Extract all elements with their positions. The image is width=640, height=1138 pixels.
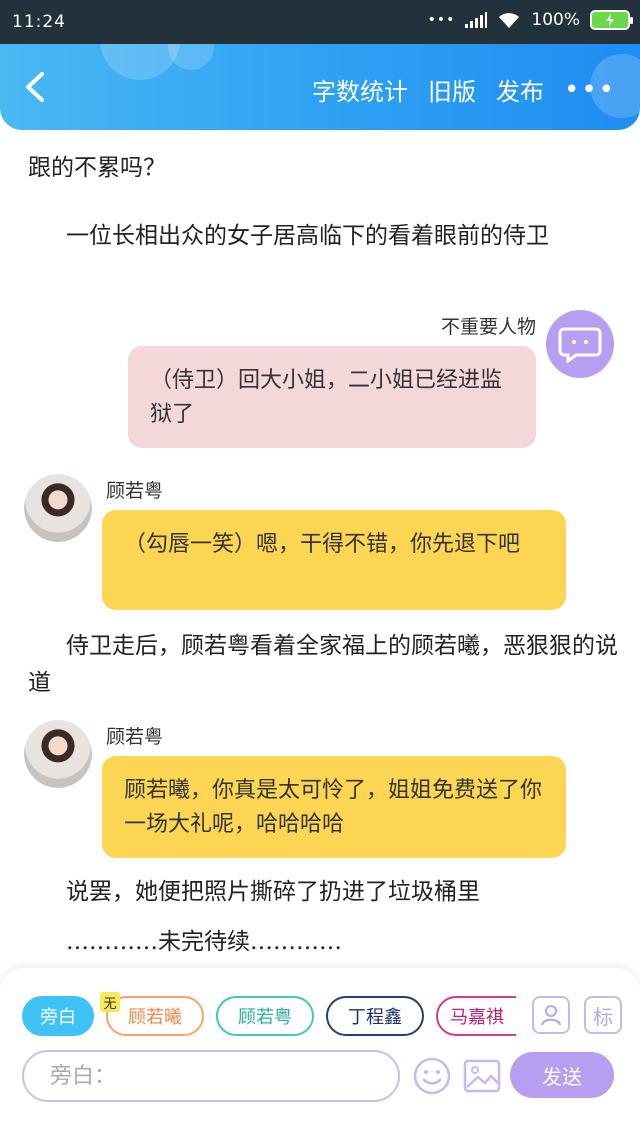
narration-text: …………未完待续………… <box>66 929 342 955</box>
word-count-button[interactable]: 字数统计 <box>312 72 408 107</box>
avatar-photo <box>24 474 92 542</box>
send-button[interactable]: 发送 <box>510 1052 614 1098</box>
narration-text: 跟的不累吗？ <box>28 155 166 181</box>
avatar[interactable] <box>24 720 92 788</box>
chip-tag-badge: 无 <box>100 992 120 1012</box>
status-icons: ••• 100% <box>427 10 633 30</box>
decorative-bubble <box>168 44 214 70</box>
character-name: 不重要人物 <box>440 316 536 338</box>
add-character-icon[interactable] <box>532 996 570 1034</box>
avatar[interactable] <box>24 474 92 542</box>
role-chip-narrator[interactable]: 旁白 <box>22 996 94 1036</box>
role-chip-gu-ruoyue[interactable]: 顾若粤 <box>216 996 314 1036</box>
status-bar: 11:24 ••• 100% <box>0 0 640 44</box>
story-content[interactable]: 跟的不累吗？ 一位长相出众的女子居高临下的看着眼前的侍卫 不重要人物 （侍卫）回… <box>0 130 640 968</box>
narration-text: 一位长相出众的女子居高临下的看着眼前的侍卫 <box>66 223 549 249</box>
battery-icon <box>590 10 633 30</box>
character-name: 顾若粤 <box>106 480 164 502</box>
publish-button[interactable]: 发布 <box>496 72 544 107</box>
chat-bot-icon <box>558 327 602 363</box>
notification-dots-icon: ••• <box>427 12 456 28</box>
tag-icon[interactable]: 标 <box>584 996 622 1034</box>
avatar-photo <box>24 720 92 788</box>
back-button[interactable] <box>18 70 52 104</box>
narration-text: 侍卫走后，顾若粤看着全家福上的顾若曦，恶狠狠的说道 <box>28 633 618 696</box>
image-icon[interactable] <box>462 1056 502 1096</box>
emoji-icon[interactable] <box>412 1056 452 1096</box>
message-bubble[interactable]: （侍卫）回大小姐，二小姐已经进监狱了 <box>128 346 536 448</box>
character-name: 顾若粤 <box>106 726 164 748</box>
narration-text: 说罢，她便把照片撕碎了扔进了垃圾桶里 <box>66 879 480 905</box>
role-chip-ding-chengxin[interactable]: 丁程鑫 <box>326 996 424 1036</box>
avatar[interactable] <box>546 310 614 378</box>
role-chip-gu-ruoxi[interactable]: 顾若曦 <box>106 996 204 1036</box>
more-icon[interactable]: ••• <box>564 77 616 103</box>
message-input[interactable] <box>22 1050 400 1102</box>
status-time: 11:24 <box>12 12 66 32</box>
role-chip-ma-jiaqi[interactable]: 马嘉祺 <box>436 996 516 1036</box>
message-bubble[interactable]: 顾若曦，你真是太可怜了，姐姐免费送了你一场大礼呢，哈哈哈哈 <box>102 756 566 858</box>
input-panel: 旁白 顾若曦 无 顾若粤 丁程鑫 马嘉祺 标 发送 <box>0 968 640 1138</box>
signal-icon <box>465 12 488 28</box>
message-bubble[interactable]: （勾唇一笑）嗯，干得不错，你先退下吧 <box>102 510 566 610</box>
wifi-icon <box>499 13 520 28</box>
header-bar: 字数统计 旧版 发布 ••• <box>0 44 640 130</box>
old-version-button[interactable]: 旧版 <box>428 72 476 107</box>
header-actions: 字数统计 旧版 发布 ••• <box>312 72 616 107</box>
battery-percent: 100% <box>531 10 580 30</box>
